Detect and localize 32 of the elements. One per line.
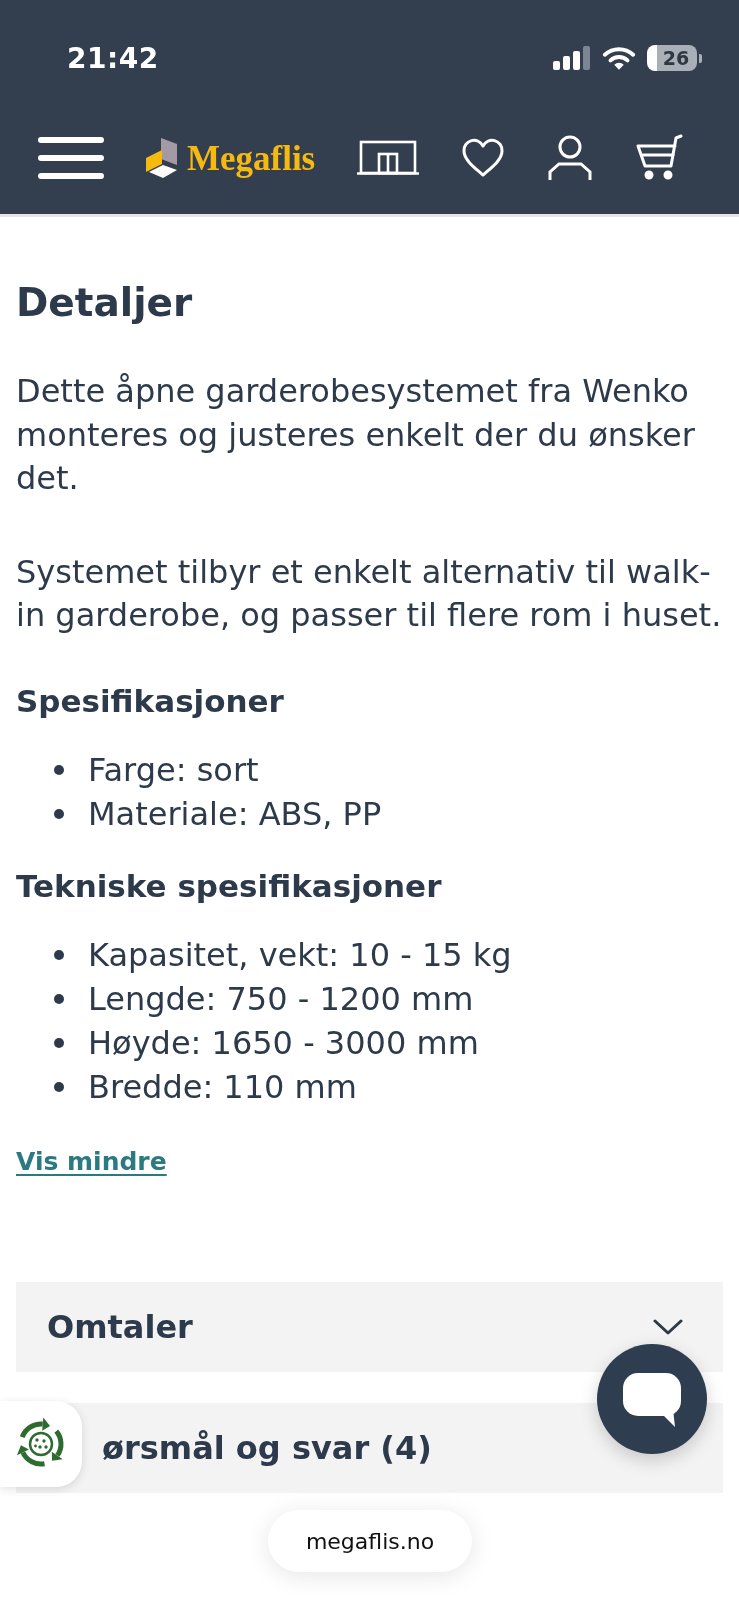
spec-item: Farge: sort — [88, 749, 259, 791]
bullet-icon — [54, 764, 64, 775]
show-less-link[interactable]: Vis mindre — [16, 1141, 167, 1182]
battery-indicator: 26 — [647, 45, 702, 71]
logo-link[interactable]: Megaflis — [145, 138, 316, 178]
subsection-heading: Tekniske spesifikasjoner — [16, 866, 443, 906]
description-paragraph: Dette åpne garderobesystemet fra Wenko monteres og justeres enkelt der du ønsker det. — [16, 371, 696, 499]
sustainability-badge[interactable] — [0, 1401, 82, 1487]
bullet-icon — [54, 1081, 64, 1092]
bullet-icon — [54, 808, 64, 819]
bullet-icon — [54, 949, 64, 960]
spec-item: Kapasitet, vekt: 10 - 15 kg — [88, 934, 512, 976]
menu-icon[interactable] — [38, 137, 104, 179]
heart-icon[interactable] — [461, 138, 506, 178]
subsection-heading: Spesifikasjoner — [16, 681, 285, 721]
user-icon[interactable] — [547, 135, 594, 181]
wifi-icon — [602, 45, 636, 71]
cube-logo-icon — [145, 138, 178, 178]
signal-icon — [553, 46, 591, 70]
spec-item: Lengde: 750 - 1200 mm — [88, 978, 474, 1020]
status-time: 21:42 — [67, 41, 159, 75]
spec-item: Bredde: 110 mm — [88, 1066, 357, 1108]
description-paragraph: Systemet tilbyr et enkelt alternativ til walk-in garderobe, og passer til flere rom i huset. — [16, 551, 723, 636]
bullet-icon — [54, 1037, 64, 1048]
spec-item: Materiale: ABS, PP — [88, 793, 382, 835]
spec-item: Høyde: 1650 - 3000 mm — [88, 1022, 479, 1064]
bullet-icon — [54, 993, 64, 1004]
store-icon[interactable] — [357, 140, 420, 176]
cart-icon[interactable] — [635, 134, 683, 182]
accordion-header[interactable]: Omtaler — [16, 1281, 723, 1372]
address-bar[interactable]: megaflis.no — [268, 1510, 472, 1572]
section-heading: Detaljer — [16, 279, 194, 327]
